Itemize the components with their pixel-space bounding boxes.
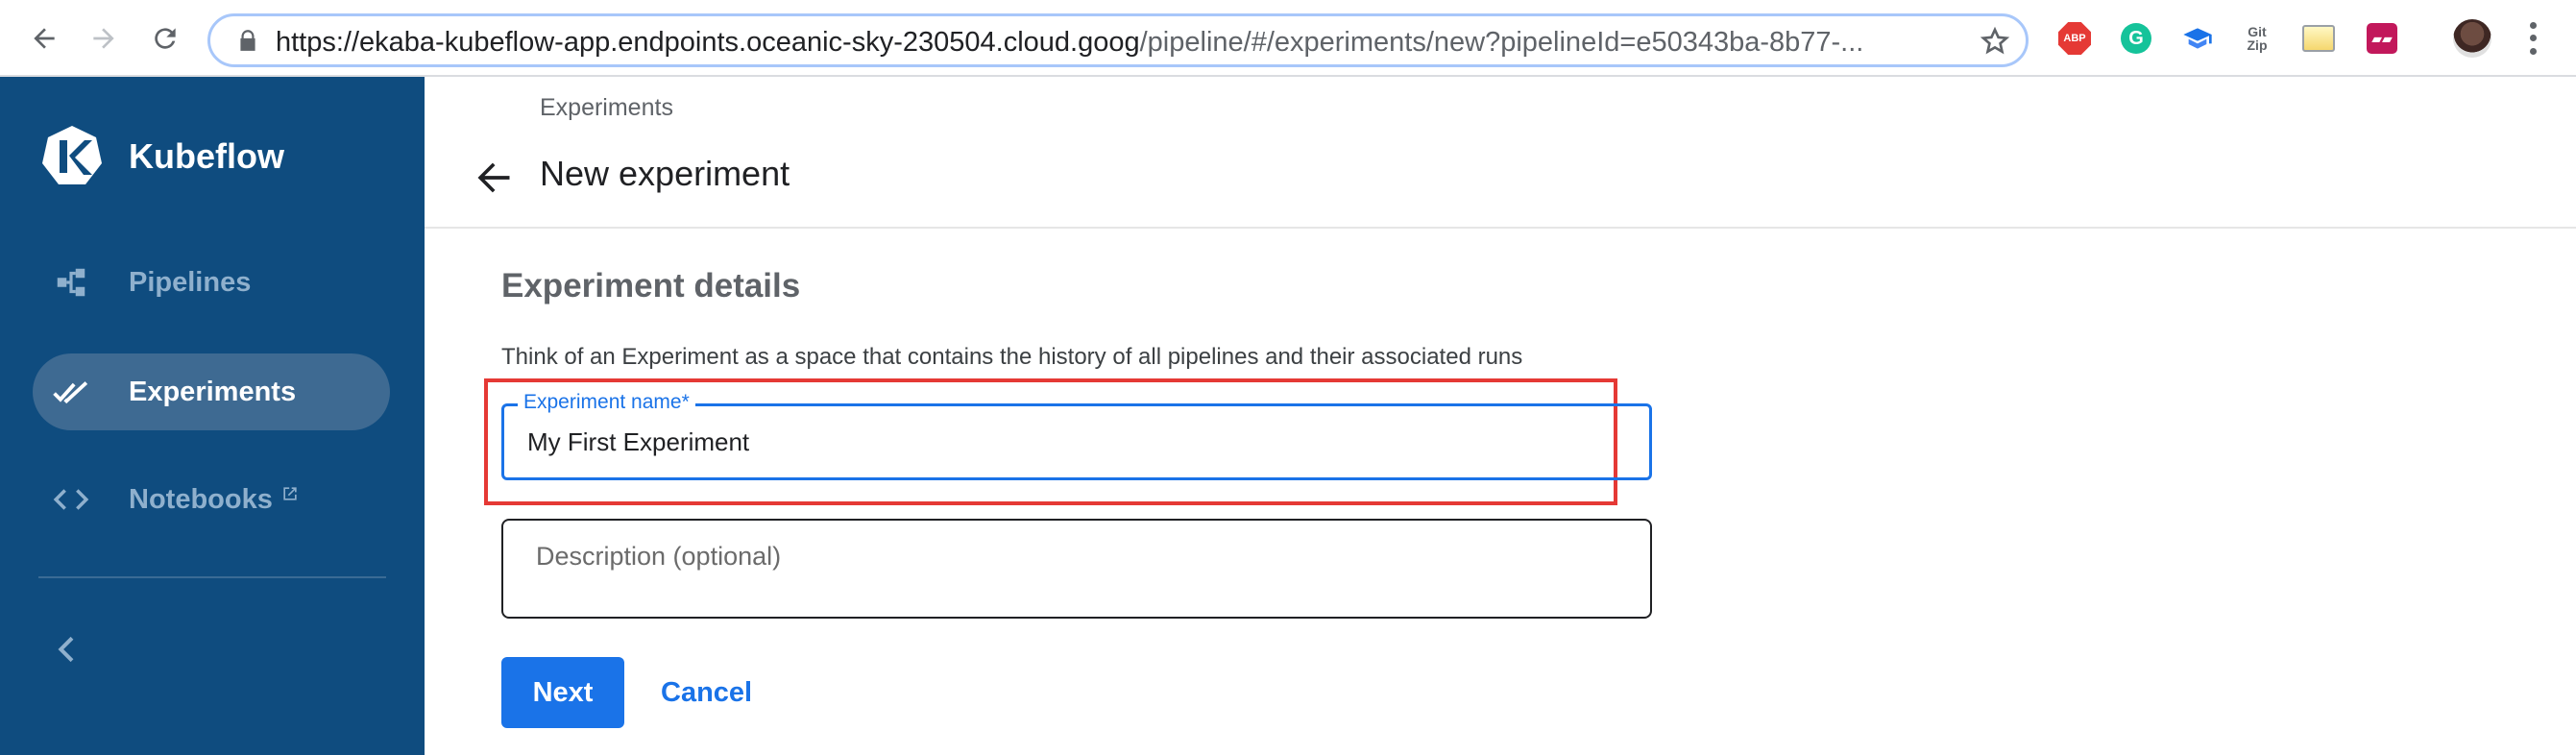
breadcrumb[interactable]: Experiments xyxy=(540,94,673,122)
pipelines-icon xyxy=(52,263,90,302)
code-brackets-icon xyxy=(52,480,90,519)
grammarly-badge: G xyxy=(2121,23,2151,54)
forward-icon[interactable] xyxy=(83,17,125,60)
brand[interactable]: Kubeflow xyxy=(38,123,284,190)
lock-icon xyxy=(240,30,255,51)
gitzip-icon[interactable]: Git Zip xyxy=(2240,21,2274,56)
bookmark-star-icon[interactable] xyxy=(1980,26,2010,57)
adblock-plus-badge: ABP xyxy=(2058,22,2091,55)
sidebar-item-label: Experiments xyxy=(129,376,297,407)
image-extension-icon[interactable] xyxy=(2301,21,2336,56)
main-content: Experiments New experiment Experiment de… xyxy=(425,77,2576,755)
profile-avatar[interactable] xyxy=(2453,19,2491,58)
experiment-name-label-text: Experiment name xyxy=(523,391,682,413)
browser-menu-icon[interactable] xyxy=(2518,19,2547,58)
url-host: https://ekaba-kubeflow-app.endpoints.oce… xyxy=(276,28,1140,57)
brand-name: Kubeflow xyxy=(129,136,284,176)
sidebar-item-label-wrap: Notebooks xyxy=(129,484,300,516)
back-arrow-icon[interactable] xyxy=(473,157,515,199)
experiment-name-field[interactable]: Experiment name* xyxy=(501,391,1652,480)
page-title: New experiment xyxy=(540,154,790,193)
reload-icon[interactable] xyxy=(144,17,186,60)
collapse-sidebar-icon[interactable] xyxy=(48,630,86,669)
section-description: Think of an Experiment as a space that c… xyxy=(501,344,1523,370)
adblock-plus-icon[interactable]: ABP xyxy=(2057,21,2092,56)
required-mark: * xyxy=(681,391,690,413)
description-input[interactable] xyxy=(536,542,1612,572)
kubeflow-logo-icon xyxy=(42,126,102,184)
mendeley-icon[interactable]: ▰▰ xyxy=(2365,21,2399,56)
cancel-button[interactable]: Cancel xyxy=(661,657,752,728)
external-link-icon xyxy=(283,486,297,500)
section-title: Experiment details xyxy=(501,267,801,304)
url-text: https://ekaba-kubeflow-app.endpoints.oce… xyxy=(276,28,1947,57)
description-field[interactable] xyxy=(501,519,1652,619)
browser-toolbar: https://ekaba-kubeflow-app.endpoints.oce… xyxy=(0,0,2576,77)
next-button[interactable]: Next xyxy=(501,657,624,728)
address-bar[interactable]: https://ekaba-kubeflow-app.endpoints.oce… xyxy=(207,13,2029,67)
double-check-icon xyxy=(52,373,90,411)
grammarly-icon[interactable]: G xyxy=(2119,21,2153,56)
sidebar-item-pipelines[interactable]: Pipelines xyxy=(33,244,390,321)
sidebar: Kubeflow Pipelines Experiments Notebooks xyxy=(0,77,425,755)
sidebar-item-experiments[interactable]: Experiments xyxy=(33,353,390,430)
url-path: /pipeline/#/experiments/new?pipelineId=e… xyxy=(1139,28,1864,57)
experiment-name-input[interactable] xyxy=(527,427,1603,457)
sidebar-item-notebooks[interactable]: Notebooks xyxy=(33,461,390,538)
graduation-cap-icon[interactable] xyxy=(2180,21,2215,56)
page-header: Experiments New experiment xyxy=(425,77,2576,229)
experiment-name-label: Experiment name* xyxy=(518,391,695,414)
back-icon[interactable] xyxy=(23,17,65,60)
sidebar-item-label: Notebooks xyxy=(129,483,273,515)
sidebar-divider xyxy=(38,576,386,578)
sidebar-item-label: Pipelines xyxy=(129,266,252,298)
